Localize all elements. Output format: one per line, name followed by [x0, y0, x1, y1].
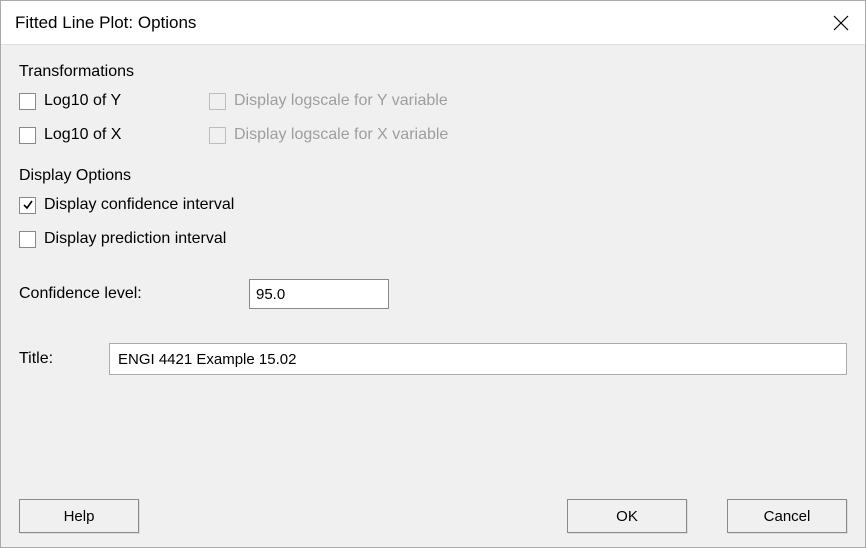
checkbox-log10-y[interactable] — [19, 93, 36, 110]
checkbox-row-log10-x: Log10 of X — [19, 121, 209, 149]
button-row: Help OK Cancel — [19, 499, 847, 533]
checkbox-label-prediction-interval[interactable]: Display prediction interval — [44, 230, 226, 248]
display-options-group: Display confidence interval Display pred… — [19, 191, 847, 253]
checkbox-label-log10-y[interactable]: Log10 of Y — [44, 92, 121, 110]
checkbox-label-logscale-y: Display logscale for Y variable — [234, 92, 448, 110]
close-icon[interactable] — [829, 11, 853, 35]
checkbox-logscale-y — [209, 93, 226, 110]
checkbox-label-confidence-interval[interactable]: Display confidence interval — [44, 196, 234, 214]
checkbox-row-prediction-interval: Display prediction interval — [19, 225, 847, 253]
checkbox-confidence-interval[interactable] — [19, 197, 36, 214]
title-row: Title: — [19, 343, 847, 375]
checkbox-label-logscale-x: Display logscale for X variable — [234, 126, 448, 144]
display-options-heading: Display Options — [19, 167, 847, 185]
checkbox-logscale-x — [209, 127, 226, 144]
confidence-level-input[interactable] — [249, 279, 389, 309]
checkbox-row-log10-y: Log10 of Y — [19, 87, 209, 115]
checkbox-prediction-interval[interactable] — [19, 231, 36, 248]
confidence-level-label: Confidence level: — [19, 285, 249, 303]
ok-button[interactable]: OK — [567, 499, 687, 533]
cancel-button[interactable]: Cancel — [727, 499, 847, 533]
checkbox-row-confidence-interval: Display confidence interval — [19, 191, 847, 219]
titlebar: Fitted Line Plot: Options — [1, 1, 865, 45]
checkbox-row-logscale-x: Display logscale for X variable — [209, 121, 448, 149]
checkbox-label-log10-x[interactable]: Log10 of X — [44, 126, 121, 144]
transformations-group: Log10 of Y Log10 of X Display logscale f… — [19, 87, 847, 155]
dialog-window: Fitted Line Plot: Options Transformation… — [0, 0, 866, 548]
title-label: Title: — [19, 350, 109, 368]
help-button[interactable]: Help — [19, 499, 139, 533]
title-input[interactable] — [109, 343, 847, 375]
dialog-title: Fitted Line Plot: Options — [15, 13, 196, 33]
confidence-level-row: Confidence level: — [19, 279, 847, 309]
transformations-heading: Transformations — [19, 63, 847, 81]
checkbox-log10-x[interactable] — [19, 127, 36, 144]
checkbox-row-logscale-y: Display logscale for Y variable — [209, 87, 448, 115]
dialog-content: Transformations Log10 of Y Log10 of X — [1, 45, 865, 375]
